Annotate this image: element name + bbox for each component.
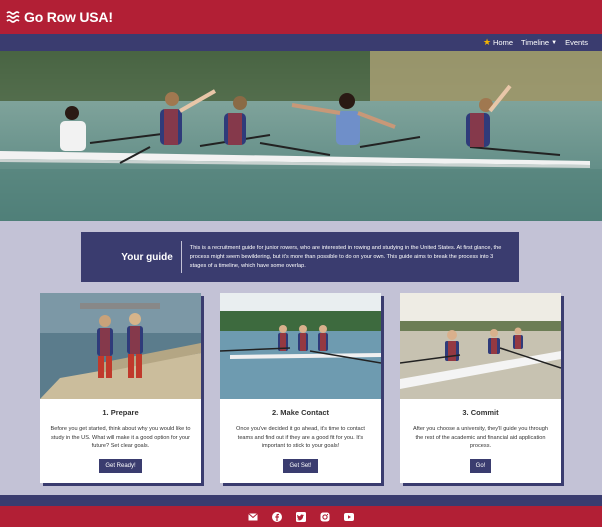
get-set-button[interactable]: Get Set! — [283, 459, 318, 473]
card-make-contact-title: 2. Make Contact — [271, 408, 330, 417]
brand-title[interactable]: Go Row USA! — [24, 9, 113, 25]
card-prepare-text: Before you get started, think about why … — [50, 426, 191, 449]
footer — [0, 506, 602, 527]
caret-down-icon[interactable]: ▼ — [551, 40, 557, 46]
card-make-contact-text: Once you've decided it go ahead, it's ti… — [235, 426, 365, 449]
star-icon: ★ — [482, 37, 492, 47]
card-prepare-title: 1. Prepare — [102, 408, 139, 417]
envelope-icon[interactable] — [248, 512, 258, 522]
card-prepare: 1. Prepare Before you get started, think… — [40, 293, 201, 483]
nav-events[interactable]: Events — [565, 38, 588, 47]
nav-events-label[interactable]: Events — [565, 38, 588, 47]
intro-text: This is a recruitment guide for junior r… — [189, 244, 502, 269]
go-button[interactable]: Go! — [469, 459, 492, 473]
nav-timeline-label[interactable]: Timeline — [521, 38, 549, 47]
card-make-contact: 2. Make Contact Once you've decided it g… — [220, 293, 381, 483]
get-ready-button[interactable]: Get Ready! — [99, 459, 142, 473]
twitter-icon[interactable] — [296, 511, 306, 522]
top-bar: Go Row USA! — [0, 0, 602, 34]
card-commit-text: After you choose a university, they'll g… — [413, 426, 548, 449]
hero-image — [0, 51, 602, 221]
instagram-icon[interactable] — [320, 512, 330, 522]
nav-home[interactable]: ★ Home — [482, 37, 513, 48]
youtube-icon[interactable] — [344, 512, 354, 522]
card-commit-image — [400, 293, 561, 399]
card-commit-title: 3. Commit — [462, 408, 499, 417]
main-nav: ★ Home Timeline ▼ Events — [0, 34, 602, 51]
card-commit: 3. Commit After you choose a university,… — [400, 293, 561, 483]
card-make-contact-image — [220, 293, 381, 399]
card-prepare-image — [40, 293, 201, 399]
waves-logo-icon[interactable] — [6, 11, 20, 23]
nav-timeline[interactable]: Timeline ▼ — [521, 38, 557, 47]
facebook-icon[interactable] — [272, 511, 282, 522]
intro-panel: Your guide This is a recruitment guide f… — [81, 232, 519, 282]
nav-home-label[interactable]: Home — [493, 38, 513, 47]
footer-stripe — [0, 495, 602, 506]
intro-title: Your guide — [121, 251, 173, 263]
